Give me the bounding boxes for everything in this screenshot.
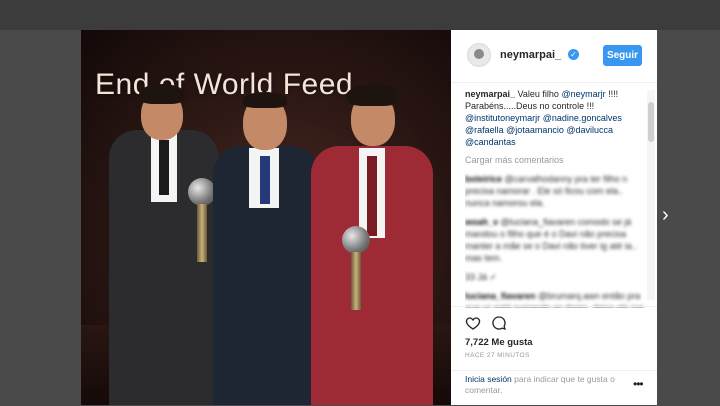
comment-username[interactable]: boleirice: [465, 174, 502, 184]
comment-icon[interactable]: [491, 315, 507, 331]
caption-mention[interactable]: @jotaamancio: [506, 125, 564, 135]
post-photo[interactable]: End of World Feed: [81, 30, 451, 405]
comment-username[interactable]: luciana_fiavaren: [465, 291, 536, 301]
load-more-comments-link[interactable]: Cargar más comentarios: [465, 154, 645, 166]
login-prompt: Inicia sesión para indicar que te gusta …: [465, 374, 625, 396]
verified-icon: ✓: [568, 49, 579, 60]
comment-text: 33 Já ✓: [465, 272, 498, 282]
more-icon[interactable]: •••: [633, 377, 644, 391]
caption-mention[interactable]: @rafaella: [465, 125, 504, 135]
chevron-right-icon[interactable]: ›: [662, 204, 678, 226]
login-link[interactable]: Inicia sesión: [465, 374, 512, 384]
post-header: neymarpai_ ✓ Seguir: [451, 30, 657, 83]
comment: boleirice @carvalhodanny pra ter filho n…: [465, 173, 645, 209]
comment: woah_v @luciana_fiavaren comodo se já ma…: [465, 216, 645, 264]
likes-count[interactable]: 7,722 Me gusta: [465, 337, 533, 348]
caption-mention[interactable]: @nadine.goncalves: [543, 113, 622, 123]
scrollbar-thumb[interactable]: [648, 102, 654, 142]
post-actions: 7,722 Me gusta HACE 27 MINUTOS: [451, 306, 657, 377]
background-top-strip: [0, 0, 720, 30]
comments-list[interactable]: neymarpai_ Valeu filho @neymarjr !!!! Pa…: [465, 88, 645, 308]
caption-mention[interactable]: @candantas: [465, 137, 516, 147]
avatar[interactable]: [467, 43, 491, 67]
caption-text: Valeu filho: [517, 89, 559, 99]
comment-username[interactable]: woah_v: [465, 217, 498, 227]
caption: neymarpai_ Valeu filho @neymarjr !!!! Pa…: [465, 88, 645, 148]
post-modal: End of World Feed neymarpai_ ✓ Seguir ne…: [81, 30, 657, 405]
comments-scrollbar[interactable]: [647, 90, 655, 300]
post-timestamp: HACE 27 MINUTOS: [465, 352, 530, 359]
username-link[interactable]: neymarpai_: [500, 49, 561, 61]
caption-mention[interactable]: @institutoneymarjr: [465, 113, 540, 123]
caption-text: Parabéns.....Deus no controle !!!: [465, 101, 595, 111]
heart-icon[interactable]: [465, 315, 481, 331]
trophy-right: [339, 226, 373, 316]
caption-mention[interactable]: @davilucca: [566, 125, 613, 135]
post-side-panel: neymarpai_ ✓ Seguir neymarpai_ Valeu fil…: [451, 30, 657, 405]
caption-mention[interactable]: @neymarjr: [561, 89, 605, 99]
login-bar: Inicia sesión para indicar que te gusta …: [451, 370, 657, 406]
caption-text: !!!!: [608, 89, 619, 99]
caption-username[interactable]: neymarpai_: [465, 89, 515, 99]
follow-button[interactable]: Seguir: [603, 45, 642, 66]
comment-meta: 33 Já ✓: [465, 271, 645, 283]
